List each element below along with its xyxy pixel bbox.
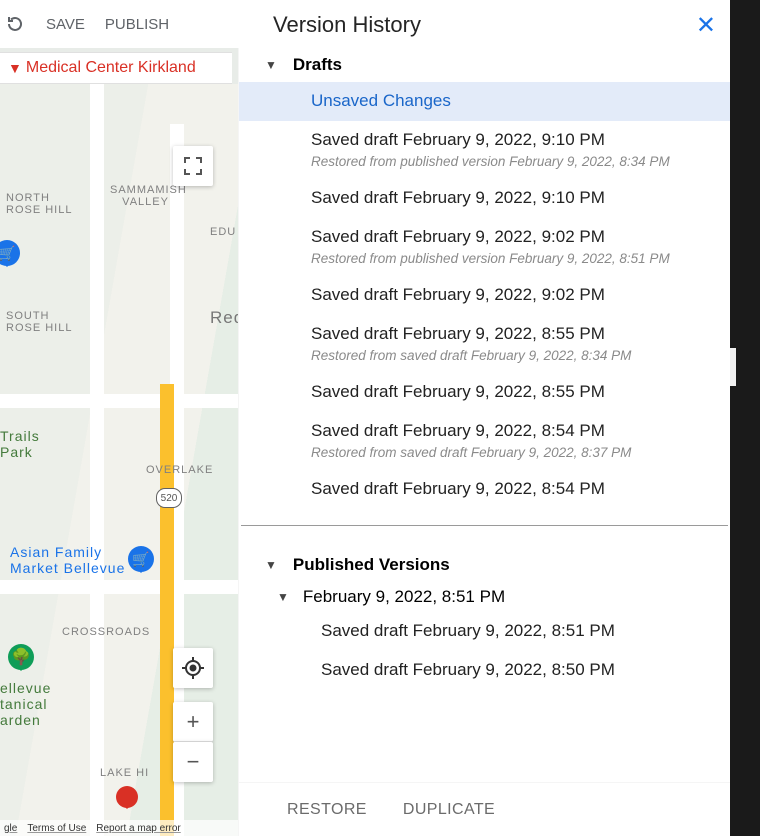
version-note: Restored from saved draft February 9, 20… [311, 444, 722, 462]
map-pin-icon[interactable] [116, 786, 138, 808]
panel-title: Version History [273, 12, 421, 38]
window-right-edge [730, 0, 760, 836]
drafts-list: Unsaved ChangesSaved draft February 9, 2… [239, 82, 730, 509]
marker-icon: ▼ [8, 61, 22, 75]
version-item[interactable]: Saved draft February 9, 2022, 9:10 PMRes… [239, 121, 730, 179]
terms-link[interactable]: Terms of Use [27, 823, 86, 834]
panel-body: ▼ Drafts Unsaved ChangesSaved draft Febr… [239, 48, 730, 836]
duplicate-button[interactable]: DUPLICATE [403, 801, 495, 819]
drafts-label: Drafts [293, 55, 342, 75]
chevron-down-icon: ▼ [277, 590, 289, 604]
map-label: CROSSROADS [62, 626, 150, 638]
map-pin-icon[interactable]: 🌳 [8, 644, 34, 670]
version-item[interactable]: Saved draft February 9, 2022, 9:02 PM [239, 276, 730, 315]
map-poi-label[interactable]: ellevue tanical arden [0, 680, 51, 728]
chevron-down-icon: ▼ [265, 558, 277, 572]
highway-shield-icon: 520 [156, 488, 182, 508]
version-item[interactable]: Saved draft February 9, 2022, 8:54 PMRes… [239, 412, 730, 470]
map-pin-icon[interactable]: 🛒 [128, 546, 154, 572]
panel-footer: RESTORE DUPLICATE [239, 782, 730, 836]
version-note: Restored from published version February… [311, 250, 722, 268]
section-divider [241, 525, 728, 526]
zoom-out-button[interactable]: − [173, 742, 213, 782]
restore-button[interactable]: RESTORE [287, 801, 367, 819]
version-history-panel: Version History ✕ ▼ Drafts Unsaved Chang… [238, 0, 730, 836]
map-label: NORTH ROSE HILL [6, 192, 72, 216]
version-item[interactable]: Unsaved Changes [239, 82, 730, 121]
map-label: Redn [210, 308, 238, 328]
map-label: EDU [210, 226, 236, 238]
publish-button[interactable]: PUBLISH [105, 16, 169, 33]
published-label: Published Versions [293, 555, 450, 575]
fullscreen-button[interactable] [173, 146, 213, 186]
map-label: SAMMAMISH VALLEY [110, 184, 187, 208]
version-note: Restored from published version February… [311, 153, 722, 171]
version-item[interactable]: Saved draft February 9, 2022, 8:50 PM [239, 651, 730, 690]
place-name: Medical Center Kirkland [26, 59, 196, 77]
version-item[interactable]: Saved draft February 9, 2022, 8:51 PM [239, 612, 730, 651]
zoom-in-button[interactable]: + [173, 702, 213, 742]
locate-me-button[interactable] [173, 648, 213, 688]
published-version-toggle[interactable]: ▼ February 9, 2022, 8:51 PM [239, 582, 730, 612]
version-note: Restored from saved draft February 9, 20… [311, 347, 722, 365]
map-area[interactable]: NORTH ROSE HILL SAMMAMISH VALLEY EDU SOU… [0, 0, 238, 836]
map-label: OVERLAKE [146, 464, 213, 476]
version-item[interactable]: Saved draft February 9, 2022, 9:10 PM [239, 179, 730, 218]
map-label: Trails Park [0, 428, 40, 460]
save-button[interactable]: SAVE [46, 16, 85, 33]
version-item[interactable]: Saved draft February 9, 2022, 8:55 PMRes… [239, 315, 730, 373]
published-list: ▼ February 9, 2022, 8:51 PM Saved draft Fe… [239, 582, 730, 690]
place-name-banner[interactable]: ▼ Medical Center Kirkland [0, 52, 232, 84]
redo-button[interactable] [4, 13, 26, 35]
editor-toolbar: SAVE PUBLISH [0, 0, 260, 48]
map-footer: gle Terms of Use Report a map error [0, 820, 238, 836]
map-provider-link[interactable]: gle [4, 823, 17, 834]
map-pin-icon[interactable]: 🛒 [0, 240, 20, 266]
close-button[interactable]: ✕ [696, 11, 720, 40]
chevron-down-icon: ▼ [265, 58, 277, 72]
version-item[interactable]: Saved draft February 9, 2022, 9:02 PMRes… [239, 218, 730, 276]
map-background: NORTH ROSE HILL SAMMAMISH VALLEY EDU SOU… [0, 84, 238, 836]
map-label: SOUTH ROSE HILL [6, 310, 72, 334]
map-label: LAKE HI [100, 767, 149, 779]
published-section-toggle[interactable]: ▼ Published Versions [239, 548, 730, 582]
published-version-date: February 9, 2022, 8:51 PM [303, 587, 505, 607]
report-error-link[interactable]: Report a map error [96, 823, 180, 834]
version-item[interactable]: Saved draft February 9, 2022, 8:55 PM [239, 373, 730, 412]
drafts-section-toggle[interactable]: ▼ Drafts [239, 48, 730, 82]
version-item[interactable]: Saved draft February 9, 2022, 8:54 PM [239, 470, 730, 509]
map-poi-label[interactable]: Asian Family Market Bellevue [10, 544, 125, 576]
